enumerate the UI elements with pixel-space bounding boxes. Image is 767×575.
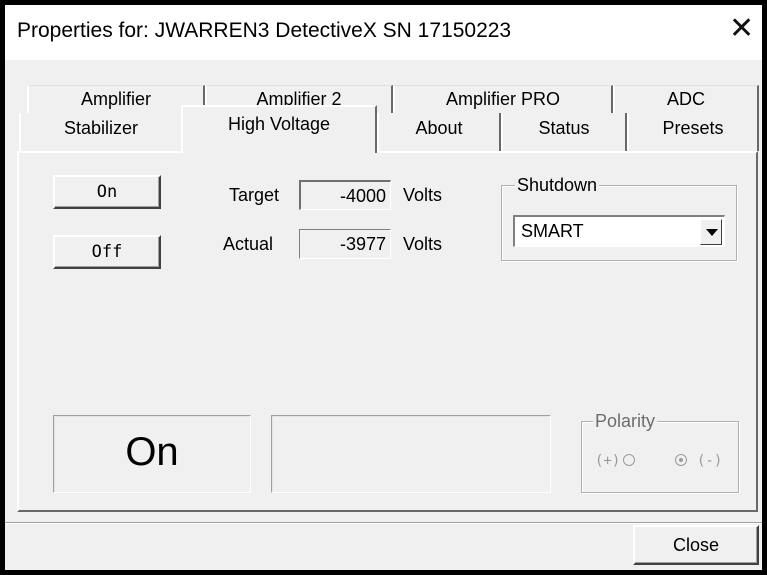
actual-label: Actual <box>223 234 274 254</box>
target-unit: Volts <box>403 185 443 205</box>
hv-state-text: On <box>125 430 179 474</box>
title-bar: Properties for: JWARREN3 DetectiveX SN 1… <box>5 5 762 60</box>
tab-label: Amplifier <box>80 89 151 109</box>
hv-off-button[interactable]: Off <box>53 235 161 269</box>
shutdown-select[interactable]: SMART <box>513 215 725 247</box>
tab-status[interactable]: Status <box>501 113 627 151</box>
window-title: Properties for: JWARREN3 DetectiveX SN 1… <box>17 19 512 42</box>
chevron-down-icon[interactable] <box>700 219 722 245</box>
shutdown-selected-value: SMART <box>521 221 584 241</box>
tab-adc[interactable]: ADC <box>613 85 759 113</box>
tab-stabilizer[interactable]: Stabilizer <box>19 113 183 151</box>
tab-label: Presets <box>662 118 724 138</box>
hv-message-display <box>271 415 551 493</box>
tab-label: Status <box>538 118 590 138</box>
footer-divider <box>5 522 762 524</box>
polarity-negative-radio[interactable] <box>675 454 687 466</box>
tab-high-voltage[interactable]: High Voltage <box>181 105 377 153</box>
actual-unit: Volts <box>403 234 443 254</box>
tab-label: High Voltage <box>227 114 331 134</box>
hv-state-display: On <box>53 415 251 493</box>
target-voltage-field[interactable]: -4000 <box>299 180 391 210</box>
close-button[interactable]: Close <box>633 525 759 565</box>
properties-window: Properties for: JWARREN3 DetectiveX SN 1… <box>5 5 762 570</box>
tab-label: About <box>415 118 463 138</box>
tab-about[interactable]: About <box>377 113 501 151</box>
tab-amplifier[interactable]: Amplifier <box>27 85 205 113</box>
actual-voltage-readout: -3977 <box>299 229 391 259</box>
close-icon[interactable]: ✕ <box>729 14 754 44</box>
polarity-legend: Polarity <box>593 411 658 432</box>
tab-label: Amplifier PRO <box>445 89 561 109</box>
tab-amplifier-pro[interactable]: Amplifier PRO <box>393 85 613 113</box>
tab-presets[interactable]: Presets <box>627 113 759 151</box>
polarity-negative-label: (-) <box>697 453 723 469</box>
polarity-positive-radio[interactable] <box>623 454 635 466</box>
target-label: Target <box>229 185 280 205</box>
polarity-positive-label: (+) <box>595 453 621 469</box>
hv-on-button[interactable]: On <box>53 175 161 209</box>
tab-label: ADC <box>666 89 705 109</box>
shutdown-legend: Shutdown <box>515 175 600 196</box>
tab-label: Stabilizer <box>63 118 139 138</box>
